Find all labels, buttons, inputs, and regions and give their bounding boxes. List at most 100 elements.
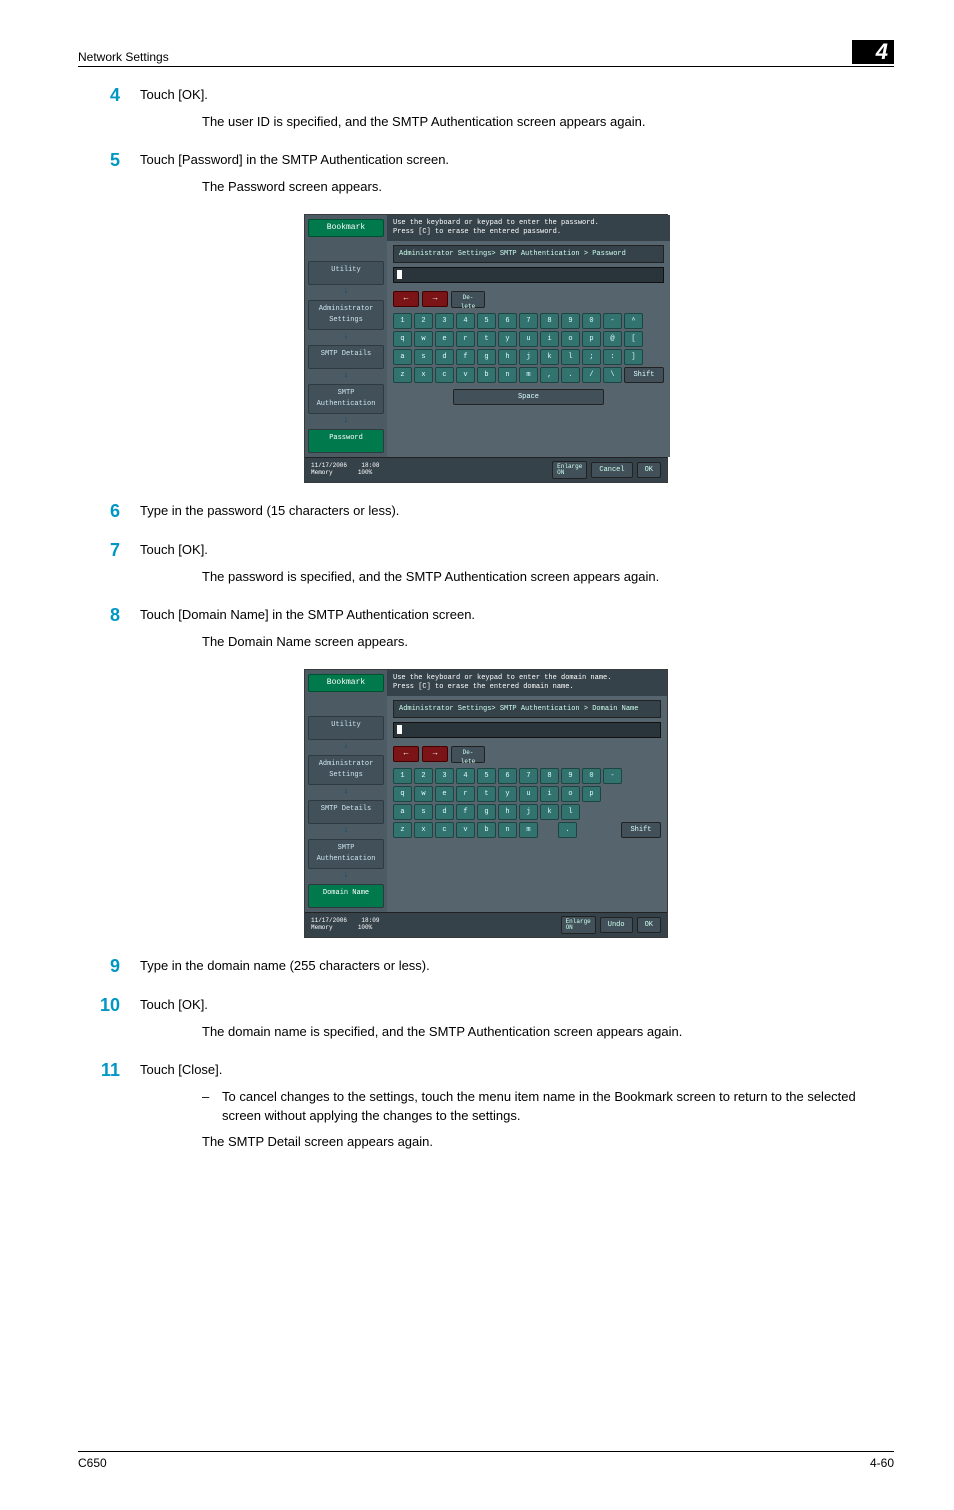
key-l[interactable]: l	[561, 349, 580, 365]
nav-smtp-details[interactable]: SMTP Details	[308, 345, 384, 369]
key-f[interactable]: f	[456, 349, 475, 365]
key-3[interactable]: 3	[435, 768, 454, 784]
nav-smtp-details[interactable]: SMTP Details	[308, 800, 384, 824]
nav-smtp-auth[interactable]: SMTP Authentication	[308, 384, 384, 414]
key-m[interactable]: m	[519, 822, 538, 838]
key-;[interactable]: ;	[582, 349, 601, 365]
nav-admin[interactable]: Administrator Settings	[308, 755, 384, 785]
key-@[interactable]: @	[603, 331, 622, 347]
key-q[interactable]: q	[393, 331, 412, 347]
key-s[interactable]: s	[414, 804, 433, 820]
key--[interactable]: -	[603, 768, 622, 784]
key-3[interactable]: 3	[435, 313, 454, 329]
key-g[interactable]: g	[477, 349, 496, 365]
key-v[interactable]: v	[456, 822, 475, 838]
enlarge-button[interactable]: Enlarge ON	[552, 461, 587, 479]
shift-key[interactable]: Shift	[621, 822, 661, 838]
key-w[interactable]: w	[414, 331, 433, 347]
key-k[interactable]: k	[540, 349, 559, 365]
key-1[interactable]: 1	[393, 768, 412, 784]
key-p[interactable]: p	[582, 786, 601, 802]
delete-button[interactable]: De- lete	[451, 746, 485, 763]
key-a[interactable]: a	[393, 804, 412, 820]
key-e[interactable]: e	[435, 331, 454, 347]
key-8[interactable]: 8	[540, 313, 559, 329]
nav-password[interactable]: Password	[308, 429, 384, 453]
enlarge-button[interactable]: Enlarge ON	[561, 916, 596, 934]
key-7[interactable]: 7	[519, 313, 538, 329]
key-0[interactable]: 0	[582, 313, 601, 329]
key-:[interactable]: :	[603, 349, 622, 365]
key-9[interactable]: 9	[561, 313, 580, 329]
key--[interactable]: -	[603, 313, 622, 329]
bookmark-button[interactable]: Bookmark	[308, 219, 384, 237]
key-n[interactable]: n	[498, 822, 517, 838]
key-q[interactable]: q	[393, 786, 412, 802]
key-z[interactable]: z	[393, 367, 412, 383]
nav-utility[interactable]: Utility	[308, 716, 384, 740]
key-6[interactable]: 6	[498, 313, 517, 329]
key-y[interactable]: y	[498, 786, 517, 802]
key-5[interactable]: 5	[477, 768, 496, 784]
key-4[interactable]: 4	[456, 313, 475, 329]
key-j[interactable]: j	[519, 349, 538, 365]
key-h[interactable]: h	[498, 349, 517, 365]
key-t[interactable]: t	[477, 331, 496, 347]
space-key[interactable]: Space	[453, 389, 604, 405]
undo-button[interactable]: Undo	[600, 917, 633, 933]
key-[[interactable]: [	[624, 331, 643, 347]
key-/[interactable]: /	[582, 367, 601, 383]
cursor-right-button[interactable]: →	[422, 291, 448, 307]
key-v[interactable]: v	[456, 367, 475, 383]
key-n[interactable]: n	[498, 367, 517, 383]
key-c[interactable]: c	[435, 822, 454, 838]
key-b[interactable]: b	[477, 367, 496, 383]
key-\[interactable]: \	[603, 367, 622, 383]
key-i[interactable]: i	[540, 331, 559, 347]
delete-button[interactable]: De- lete	[451, 291, 485, 308]
key-u[interactable]: u	[519, 331, 538, 347]
key-d[interactable]: d	[435, 349, 454, 365]
key-a[interactable]: a	[393, 349, 412, 365]
key-4[interactable]: 4	[456, 768, 475, 784]
bookmark-button[interactable]: Bookmark	[308, 674, 384, 692]
key-2[interactable]: 2	[414, 313, 433, 329]
ok-button[interactable]: OK	[637, 917, 661, 933]
key-9[interactable]: 9	[561, 768, 580, 784]
key-,[interactable]: ,	[540, 367, 559, 383]
key-l[interactable]: l	[561, 804, 580, 820]
key-i[interactable]: i	[540, 786, 559, 802]
shift-key[interactable]: Shift	[624, 367, 664, 383]
password-input[interactable]	[393, 267, 664, 283]
ok-button[interactable]: OK	[637, 462, 661, 478]
key-w[interactable]: w	[414, 786, 433, 802]
key-r[interactable]: r	[456, 786, 475, 802]
nav-utility[interactable]: Utility	[308, 261, 384, 285]
key-f[interactable]: f	[456, 804, 475, 820]
key-5[interactable]: 5	[477, 313, 496, 329]
key-][interactable]: ]	[624, 349, 643, 365]
key-.[interactable]: .	[561, 367, 580, 383]
key-0[interactable]: 0	[582, 768, 601, 784]
key-c[interactable]: c	[435, 367, 454, 383]
key-e[interactable]: e	[435, 786, 454, 802]
key-6[interactable]: 6	[498, 768, 517, 784]
nav-admin[interactable]: Administrator Settings	[308, 300, 384, 330]
key-d[interactable]: d	[435, 804, 454, 820]
cursor-left-button[interactable]: ←	[393, 746, 419, 762]
nav-smtp-auth[interactable]: SMTP Authentication	[308, 839, 384, 869]
key-^[interactable]: ^	[624, 313, 643, 329]
key-o[interactable]: o	[561, 786, 580, 802]
key-o[interactable]: o	[561, 331, 580, 347]
key-2[interactable]: 2	[414, 768, 433, 784]
cancel-button[interactable]: Cancel	[591, 462, 632, 478]
domain-input[interactable]	[393, 722, 661, 738]
key-p[interactable]: p	[582, 331, 601, 347]
key-m[interactable]: m	[519, 367, 538, 383]
key-y[interactable]: y	[498, 331, 517, 347]
nav-domain-name[interactable]: Domain Name	[308, 884, 384, 908]
key-s[interactable]: s	[414, 349, 433, 365]
key-r[interactable]: r	[456, 331, 475, 347]
key-t[interactable]: t	[477, 786, 496, 802]
key-x[interactable]: x	[414, 367, 433, 383]
